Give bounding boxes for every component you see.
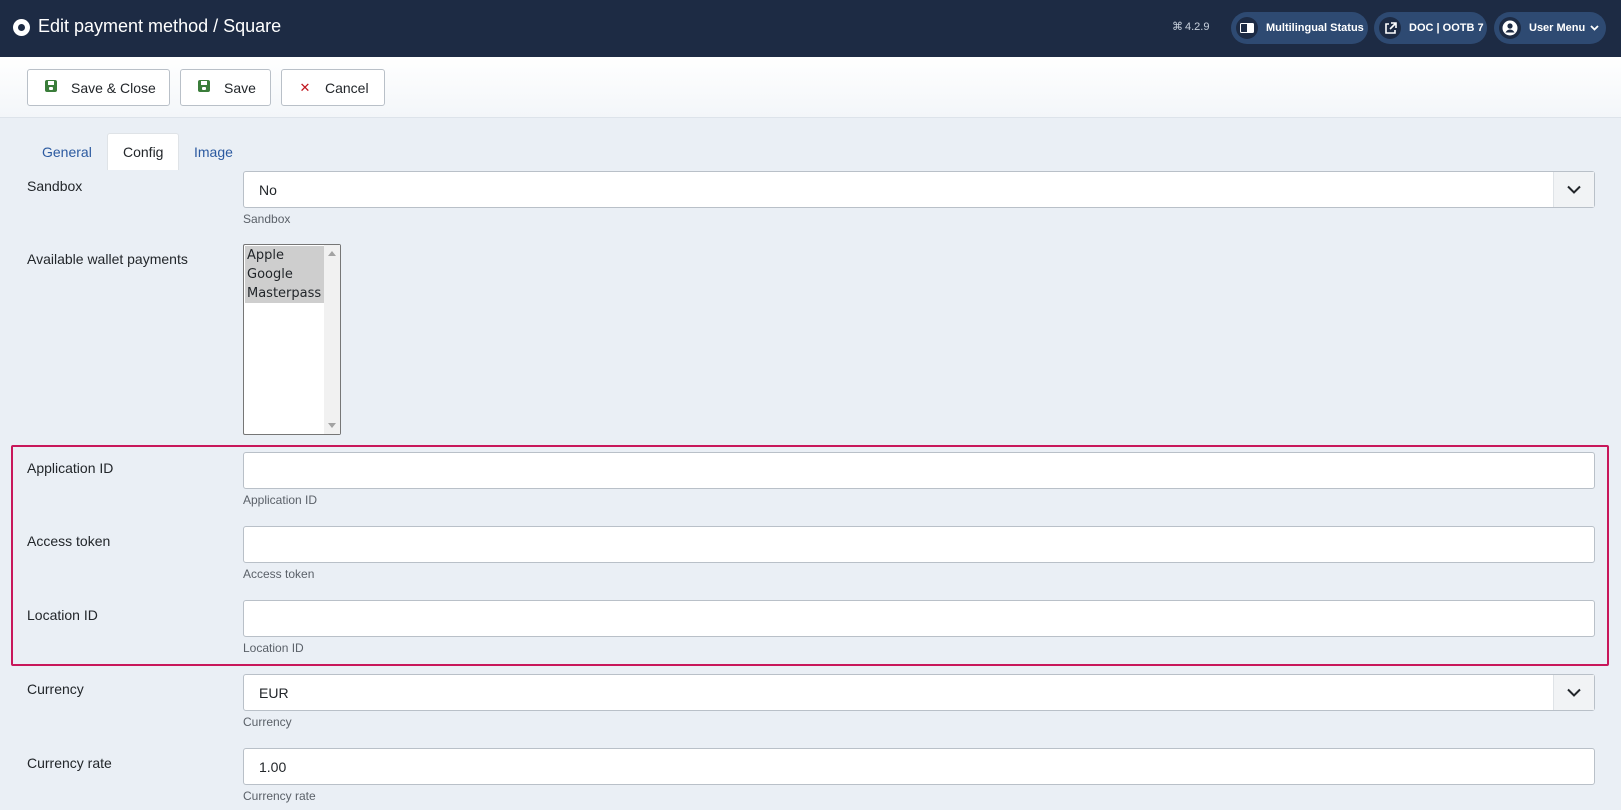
- currency-rate-value: 1.00: [259, 758, 287, 775]
- currency-help: Currency: [243, 715, 292, 729]
- user-avatar-icon: [1499, 17, 1521, 39]
- wallet-multiselect[interactable]: Apple Google Masterpass: [243, 244, 341, 435]
- toolbar: Save & Close Save ✕ Cancel: [0, 57, 1621, 118]
- save-label: Save: [224, 79, 256, 96]
- save-close-label: Save & Close: [71, 79, 156, 96]
- close-icon: ✕: [299, 79, 311, 95]
- scroll-down-icon[interactable]: [328, 423, 336, 428]
- top-header: Edit payment method / Square ⌘ 4.2.9 Mult…: [0, 0, 1621, 57]
- cancel-button[interactable]: ✕ Cancel: [281, 69, 385, 106]
- access-token-label: Access token: [27, 533, 111, 549]
- currency-value: EUR: [259, 684, 289, 701]
- cancel-label: Cancel: [325, 79, 369, 96]
- version-info: ⌘ 4.2.9: [1172, 20, 1209, 33]
- application-id-help: Application ID: [243, 493, 318, 507]
- currency-label: Currency: [27, 681, 84, 697]
- chevron-down-icon: [1553, 172, 1594, 207]
- location-id-input[interactable]: [243, 600, 1595, 637]
- application-id-label: Application ID: [27, 460, 114, 476]
- save-icon: [44, 80, 58, 95]
- currency-rate-label: Currency rate: [27, 755, 112, 771]
- tab-config[interactable]: Config: [107, 133, 179, 170]
- user-menu-label: User Menu: [1529, 22, 1586, 34]
- external-link-icon: [1379, 17, 1401, 39]
- currency-rate-help: Currency rate: [243, 789, 316, 803]
- currency-rate-input[interactable]: 1.00: [243, 748, 1595, 785]
- currency-select[interactable]: EUR: [243, 674, 1595, 711]
- sandbox-value: No: [259, 181, 277, 198]
- tab-image[interactable]: Image: [179, 133, 248, 170]
- location-id-help: Location ID: [243, 641, 304, 655]
- wallet-label: Available wallet payments: [27, 251, 188, 267]
- wallet-option[interactable]: Apple: [245, 246, 325, 265]
- wallet-option[interactable]: Masterpass: [245, 284, 325, 303]
- location-id-label: Location ID: [27, 607, 98, 623]
- application-id-input[interactable]: [243, 452, 1595, 489]
- multilingual-status-label: Multilingual Status: [1266, 22, 1364, 34]
- sandbox-select[interactable]: No: [243, 171, 1595, 208]
- version-text: 4.2.9: [1185, 21, 1210, 33]
- access-token-input[interactable]: [243, 526, 1595, 563]
- listbox-scrollbar[interactable]: [324, 245, 340, 434]
- joomla-version-icon: ⌘: [1172, 21, 1183, 33]
- scroll-up-icon[interactable]: [328, 251, 336, 256]
- save-close-button[interactable]: Save & Close: [27, 69, 170, 106]
- access-token-help: Access token: [243, 567, 315, 581]
- chevron-down-icon: [1590, 23, 1599, 34]
- chevron-down-icon: [1553, 675, 1594, 710]
- save-button[interactable]: Save: [180, 69, 271, 106]
- wallet-option[interactable]: Google: [245, 265, 325, 284]
- save-icon: [197, 80, 211, 95]
- sandbox-help: Sandbox: [243, 212, 291, 226]
- tab-general[interactable]: General: [27, 133, 107, 170]
- sandbox-label: Sandbox: [27, 178, 83, 194]
- page-title: Edit payment method / Square: [38, 16, 282, 36]
- language-icon: [1236, 17, 1258, 39]
- joomla-logo-icon: [13, 19, 30, 36]
- doc-site-button[interactable]: DOC | OOTB 7: [1374, 12, 1487, 44]
- doc-site-label: DOC | OOTB 7: [1409, 22, 1484, 34]
- multilingual-status-button[interactable]: Multilingual Status: [1231, 12, 1368, 44]
- user-menu-button[interactable]: User Menu: [1494, 12, 1606, 44]
